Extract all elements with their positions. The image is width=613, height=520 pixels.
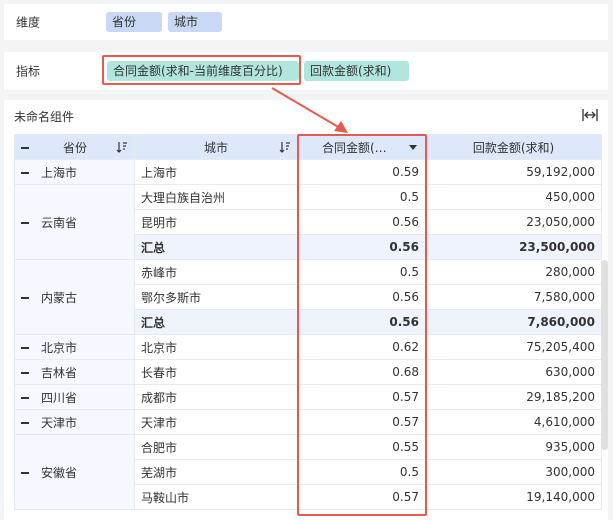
city-cell: 赤峰市 xyxy=(134,259,298,285)
payment-amount-cell: 29,185,200 xyxy=(425,384,602,410)
header-payment-amount[interactable]: 回款金额(求和) xyxy=(425,134,602,160)
payment-amount-cell: 7,860,000 xyxy=(425,309,602,335)
payment-amount-cell: 7,580,000 xyxy=(425,284,602,310)
collapse-icon[interactable] xyxy=(21,372,29,374)
payment-amount-cell: 19,140,000 xyxy=(425,484,602,510)
city-cell: 上海市 xyxy=(134,159,298,185)
header-payment-amount-label: 回款金额(求和) xyxy=(472,140,555,155)
province-label: 云南省 xyxy=(41,215,78,230)
province-cell[interactable]: 云南省 xyxy=(14,184,135,260)
payment-amount-cell: 4,610,000 xyxy=(425,409,602,435)
province-label: 四川省 xyxy=(41,390,78,405)
collapse-icon[interactable] xyxy=(21,297,29,299)
city-cell: 成都市 xyxy=(134,384,298,410)
province-cell[interactable]: 北京市 xyxy=(14,334,135,360)
province-cell[interactable]: 天津市 xyxy=(14,409,135,435)
payment-amount-cell: 935,000 xyxy=(425,434,602,460)
collapse-icon[interactable] xyxy=(21,472,29,474)
province-label: 安徽省 xyxy=(41,465,78,480)
city-cell: 长春市 xyxy=(134,359,298,385)
payment-amount-cell: 75,205,400 xyxy=(425,334,602,360)
sort-icon[interactable] xyxy=(116,141,128,153)
city-cell: 昆明市 xyxy=(134,209,298,235)
component-title: 未命名组件 xyxy=(14,110,75,124)
province-label: 北京市 xyxy=(41,340,78,355)
city-cell: 汇总 xyxy=(134,309,298,335)
province-label: 天津市 xyxy=(41,415,78,430)
expand-width-icon[interactable] xyxy=(582,108,598,122)
header-province-label: 省份 xyxy=(63,140,88,155)
city-cell: 天津市 xyxy=(134,409,298,435)
province-cell[interactable]: 上海市 xyxy=(14,159,135,185)
collapse-icon[interactable] xyxy=(21,422,29,424)
province-label: 内蒙古 xyxy=(41,290,78,305)
payment-amount-cell: 23,050,000 xyxy=(425,209,602,235)
payment-amount-cell: 280,000 xyxy=(425,259,602,285)
province-cell[interactable]: 吉林省 xyxy=(14,359,135,385)
city-cell: 芜湖市 xyxy=(134,459,298,485)
vertical-scrollbar[interactable] xyxy=(601,260,608,450)
dimension-chip-province[interactable]: 省份 xyxy=(106,12,162,32)
metric-chip-payment-amount[interactable]: 回款金额(求和) xyxy=(304,61,409,81)
payment-amount-cell: 59,192,000 xyxy=(425,159,602,185)
payment-amount-cell: 300,000 xyxy=(425,459,602,485)
metric-label: 指标 xyxy=(16,64,41,79)
dimension-label: 维度 xyxy=(16,15,41,30)
header-province[interactable]: 省份 xyxy=(14,134,135,160)
payment-amount-cell: 630,000 xyxy=(425,359,602,385)
dimension-bar: 维度 省份 城市 xyxy=(4,4,608,40)
city-cell: 汇总 xyxy=(134,234,298,260)
city-cell: 大理白族自治州 xyxy=(134,184,298,210)
collapse-icon[interactable] xyxy=(21,222,29,224)
province-label: 上海市 xyxy=(41,165,78,180)
metric-chip-highlight xyxy=(102,55,301,85)
collapse-icon[interactable] xyxy=(21,172,29,174)
collapse-all-icon[interactable] xyxy=(21,147,29,149)
city-cell: 马鞍山市 xyxy=(134,484,298,510)
city-cell: 合肥市 xyxy=(134,434,298,460)
province-cell[interactable]: 四川省 xyxy=(14,384,135,410)
province-cell[interactable]: 安徽省 xyxy=(14,434,135,510)
dimension-chip-city[interactable]: 城市 xyxy=(168,12,222,32)
collapse-icon[interactable] xyxy=(21,347,29,349)
arrow-annotation xyxy=(271,87,348,133)
sort-icon[interactable] xyxy=(279,141,291,153)
province-cell[interactable]: 内蒙古 xyxy=(14,259,135,335)
collapse-icon[interactable] xyxy=(21,397,29,399)
province-label: 吉林省 xyxy=(41,365,78,380)
payment-amount-cell: 450,000 xyxy=(425,184,602,210)
column-highlight xyxy=(297,134,427,516)
city-cell: 鄂尔多斯市 xyxy=(134,284,298,310)
payment-amount-cell: 23,500,000 xyxy=(425,234,602,260)
city-cell: 北京市 xyxy=(134,334,298,360)
header-city-label: 城市 xyxy=(203,140,228,155)
